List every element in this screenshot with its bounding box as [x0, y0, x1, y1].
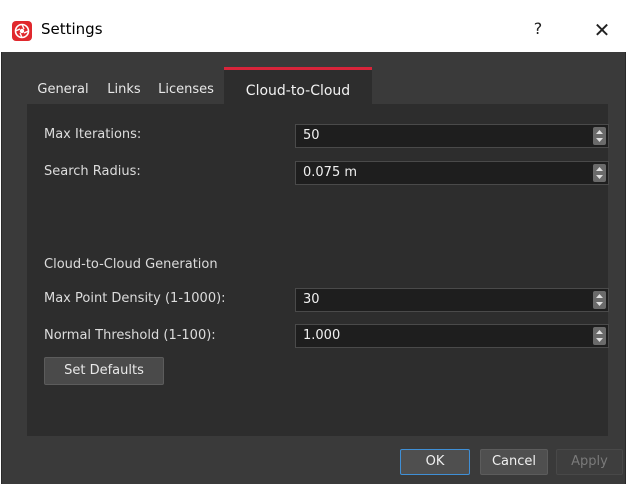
title-bar: Settings ? ✕	[0, 0, 627, 52]
normal-threshold-label: Normal Threshold (1-100):	[44, 328, 216, 343]
section-title: Cloud-to-Cloud Generation	[44, 257, 218, 272]
max-point-density-spinbox[interactable]: 30	[295, 288, 609, 312]
cancel-button[interactable]: Cancel	[480, 449, 548, 475]
max-iterations-spinbox[interactable]: 50	[295, 124, 609, 148]
max-point-density-value[interactable]: 30	[303, 289, 320, 311]
cloud-to-cloud-panel: Max Iterations: 50 Search Radius: 0.075 …	[27, 104, 609, 436]
max-iterations-value[interactable]: 50	[303, 125, 320, 147]
close-button[interactable]: ✕	[588, 16, 616, 44]
max-iterations-label: Max Iterations:	[44, 127, 142, 142]
tab-cloud-to-cloud[interactable]: Cloud-to-Cloud	[224, 67, 372, 104]
spin-arrows-icon[interactable]	[593, 127, 606, 145]
spin-arrows-icon[interactable]	[593, 327, 606, 345]
app-logo-icon	[12, 21, 32, 41]
max-point-density-label: Max Point Density (1-1000):	[44, 291, 226, 306]
tab-links[interactable]: Links	[99, 67, 149, 104]
help-button[interactable]: ?	[527, 17, 549, 41]
apply-button: Apply	[556, 449, 623, 475]
tab-general[interactable]: General	[27, 67, 99, 104]
spin-arrows-icon[interactable]	[593, 291, 606, 309]
window-title: Settings	[41, 20, 103, 38]
tab-licenses[interactable]: Licenses	[149, 67, 223, 104]
normal-threshold-value[interactable]: 1.000	[303, 325, 340, 347]
settings-dialog-body: General Links Licenses Cloud-to-Cloud Ma…	[1, 52, 626, 484]
ok-button[interactable]: OK	[400, 449, 470, 475]
search-radius-value[interactable]: 0.075 m	[303, 162, 357, 184]
tab-bar: General Links Licenses Cloud-to-Cloud	[27, 67, 607, 104]
search-radius-label: Search Radius:	[44, 164, 141, 179]
set-defaults-button[interactable]: Set Defaults	[44, 357, 164, 385]
normal-threshold-spinbox[interactable]: 1.000	[295, 324, 609, 348]
spin-arrows-icon[interactable]	[593, 164, 606, 182]
search-radius-spinbox[interactable]: 0.075 m	[295, 161, 609, 185]
